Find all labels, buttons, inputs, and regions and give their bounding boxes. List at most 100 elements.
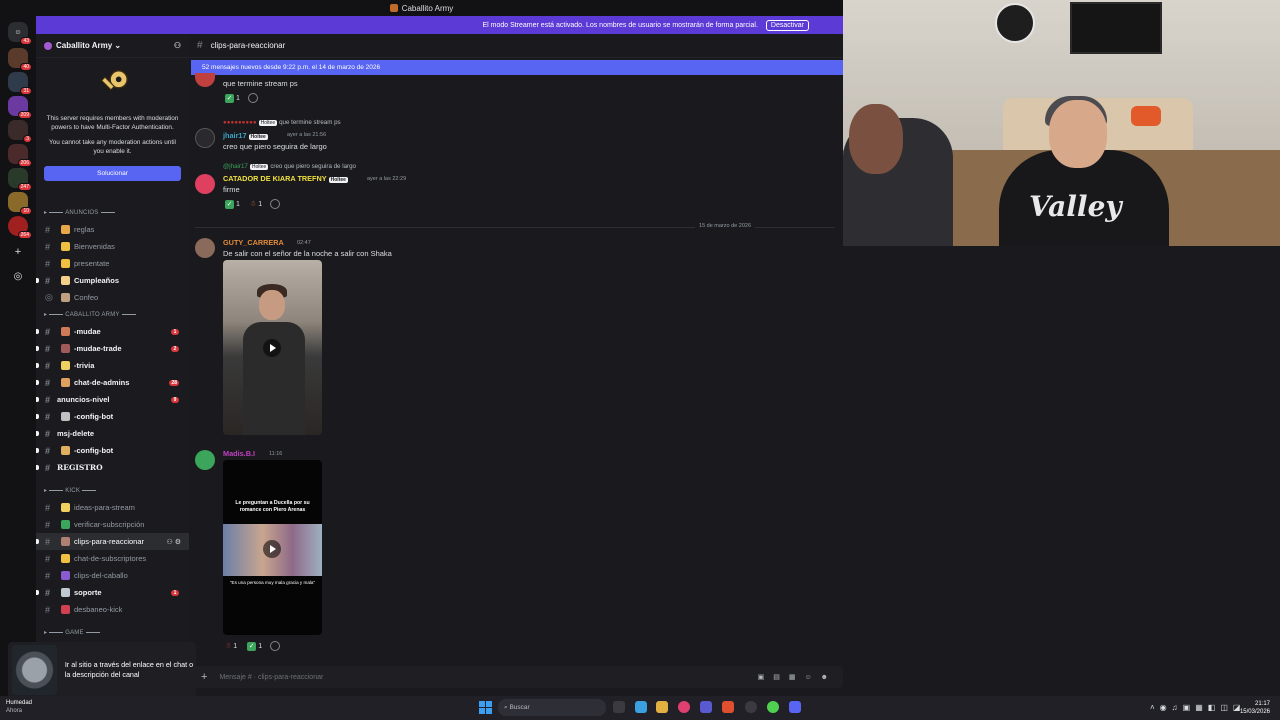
channel-item[interactable]: # presentate — [36, 255, 189, 272]
message-composer[interactable]: + Mensaje # · clips-para-reaccionar ▣▤▦☺… — [191, 666, 843, 688]
streamer-banner-text: El modo Streamer está activado. Los nomb… — [482, 21, 758, 29]
discord-icon[interactable] — [789, 701, 801, 713]
channel-item[interactable]: # -mudae-trade 2 — [36, 340, 189, 357]
composer-placeholder: Mensaje # · clips-para-reaccionar — [219, 673, 324, 681]
solve-button[interactable]: Solucionar — [44, 166, 181, 181]
play-icon[interactable] — [263, 339, 281, 357]
avatar[interactable] — [195, 174, 215, 194]
avatar[interactable] — [195, 238, 215, 258]
date-divider: 15 de marzo de 2026 — [195, 223, 835, 229]
kick-icon[interactable] — [767, 701, 779, 713]
reply-preview[interactable]: @jhair17 Holtee creo que piero seguira de … — [223, 163, 356, 170]
category-game[interactable]: ▸ GAME — [36, 624, 189, 641]
file-explorer-icon[interactable] — [656, 701, 668, 713]
channel-item[interactable]: # clips-del-caballo — [36, 567, 189, 584]
mention-badge: 2 — [171, 345, 179, 352]
stream-notification[interactable]: Ir al sitio a través del enlace en el ch… — [8, 642, 196, 698]
video-attachment[interactable] — [223, 260, 322, 435]
add-reaction-icon[interactable] — [270, 641, 281, 651]
channel-item[interactable]: # -config-bot — [36, 408, 189, 425]
server-icon[interactable]: 40 — [8, 48, 32, 71]
chevron-down-icon: ⌄ — [112, 41, 122, 50]
channel-title: clips-para-reaccionar — [210, 41, 286, 50]
channel-item[interactable]: # Cumpleaños — [36, 272, 189, 289]
emoji-icon: ☃ — [225, 643, 232, 650]
channel-item[interactable]: # verificar-subscripción — [36, 516, 189, 533]
channel-item[interactable]: # msj-delete — [36, 425, 189, 442]
server-icon[interactable]: 31 — [8, 72, 32, 95]
channel-item[interactable]: # -config-bot — [36, 442, 189, 459]
server-icon[interactable]: 264 — [8, 216, 32, 239]
channel-item[interactable]: # anuncios-nivel 9 — [36, 391, 189, 408]
shirt-text: Valley — [1029, 190, 1122, 223]
disable-streamer-button[interactable]: Desactivar — [765, 19, 809, 31]
server-icon[interactable]: 10 — [8, 192, 32, 215]
server-name: Caballito Army — [56, 41, 113, 50]
channel-item[interactable]: ◎ Confeo — [36, 289, 189, 306]
server-logo-icon — [389, 4, 398, 12]
plus-icon[interactable]: + — [201, 671, 207, 683]
add-reaction-icon[interactable] — [270, 199, 281, 209]
add-member-icon[interactable]: ⚇ — [174, 41, 181, 50]
new-messages-bar[interactable]: 52 mensajes nuevos desde 9:22 p.m. el 14… — [191, 60, 843, 75]
avatar[interactable] — [195, 450, 215, 470]
server-icon[interactable]: 3 — [8, 120, 32, 143]
channel-item[interactable]: # Bienvenidas — [36, 238, 189, 255]
channel-item[interactable]: # desbaneo-kick — [36, 601, 189, 618]
channel-item[interactable]: # chat-de-admins 28 — [36, 374, 189, 391]
task-view-icon[interactable] — [613, 701, 625, 713]
channel-item[interactable]: # -trivia — [36, 357, 189, 374]
server-icon[interactable]: 209 — [8, 96, 32, 119]
play-icon[interactable] — [263, 540, 281, 558]
channel-item[interactable]: # chat-de-subscriptores — [36, 550, 189, 567]
channel-item[interactable]: # REGISTRO — [36, 459, 189, 476]
weather-widget[interactable]: Humedad Ahora — [6, 699, 32, 715]
server-dot-icon — [44, 41, 52, 50]
add-server-icon[interactable]: + — [8, 242, 28, 262]
server-badge: 10 — [20, 207, 32, 215]
username[interactable]: GUTY_CARRERA — [223, 238, 284, 247]
composer-tools-icon[interactable]: ▣▤▦☺☻ — [758, 673, 837, 681]
mfa-text: This server requires members with modera… — [46, 115, 179, 131]
obs-icon[interactable] — [745, 701, 757, 713]
video-caption: Le preguntan a Ducella por su romance co… — [235, 500, 310, 513]
chevron-icon: ▸ — [44, 312, 48, 318]
mfa-text-2: You cannot take any moderation actions u… — [49, 139, 176, 155]
direct-messages-icon[interactable]: ☺ 43 — [8, 22, 32, 45]
category-caballito[interactable]: ▸ CABALLITO ARMY — [36, 306, 189, 323]
reaction[interactable]: ✓ 1 — [225, 92, 258, 104]
reaction[interactable]: ☃ 1 ✓ 1 — [225, 640, 281, 652]
reaction[interactable]: ✓ 1 ☃ 1 — [225, 198, 281, 210]
server-badge: 31 — [20, 87, 32, 95]
copilot-icon[interactable] — [635, 701, 647, 713]
channel-item[interactable]: # ideas-para-stream — [36, 499, 189, 516]
chevron-icon: ▸ — [44, 488, 48, 494]
username[interactable]: jhair17 Holtee — [223, 131, 270, 140]
brave-icon[interactable] — [722, 701, 734, 713]
server-icon[interactable]: 247 — [8, 168, 32, 191]
video-attachment[interactable]: Le preguntan a Ducella por su romance co… — [223, 460, 322, 635]
server-badge: 3 — [23, 135, 32, 143]
channel-settings-icon[interactable]: ⚇ ⚙ — [167, 538, 182, 546]
category-kick[interactable]: ▸ KICK — [36, 482, 189, 499]
clock[interactable]: 21:17 15/03/2026 — [1240, 700, 1270, 716]
channel-item[interactable]: # -mudae 1 — [36, 323, 189, 340]
system-tray-icons[interactable]: ˄◉♫▣▦◧◫◪ — [1150, 703, 1245, 712]
app-icon[interactable] — [678, 701, 690, 713]
start-icon[interactable] — [479, 701, 492, 714]
channel-item-active[interactable]: # clips-para-reaccionar ⚇ ⚙ — [36, 533, 189, 550]
username[interactable]: CATADOR DE KIARA TREFNY Holtee — [223, 174, 350, 183]
server-icon[interactable]: 206 — [8, 144, 32, 167]
category-anuncios[interactable]: ▸ ANUNCIOS — [36, 204, 189, 221]
channel-item[interactable]: # soporte 1 — [36, 584, 189, 601]
discover-icon[interactable]: ◎ — [8, 266, 28, 286]
channel-item[interactable]: # reglas — [36, 221, 189, 238]
avatar[interactable] — [195, 128, 215, 148]
add-reaction-icon[interactable] — [247, 93, 258, 103]
taskbar-search[interactable]: ⌕ Buscar — [498, 699, 606, 716]
username[interactable]: Madis.B.I — [223, 449, 255, 458]
server-header[interactable]: Caballito Army ⌄ ⚇ — [36, 34, 189, 58]
channel-sidebar: Caballito Army ⌄ ⚇ This server requires … — [36, 34, 189, 696]
teams-icon[interactable] — [700, 701, 712, 713]
reply-preview[interactable]: ●●●●●●●●● Holtee que termine stream ps — [223, 119, 341, 126]
